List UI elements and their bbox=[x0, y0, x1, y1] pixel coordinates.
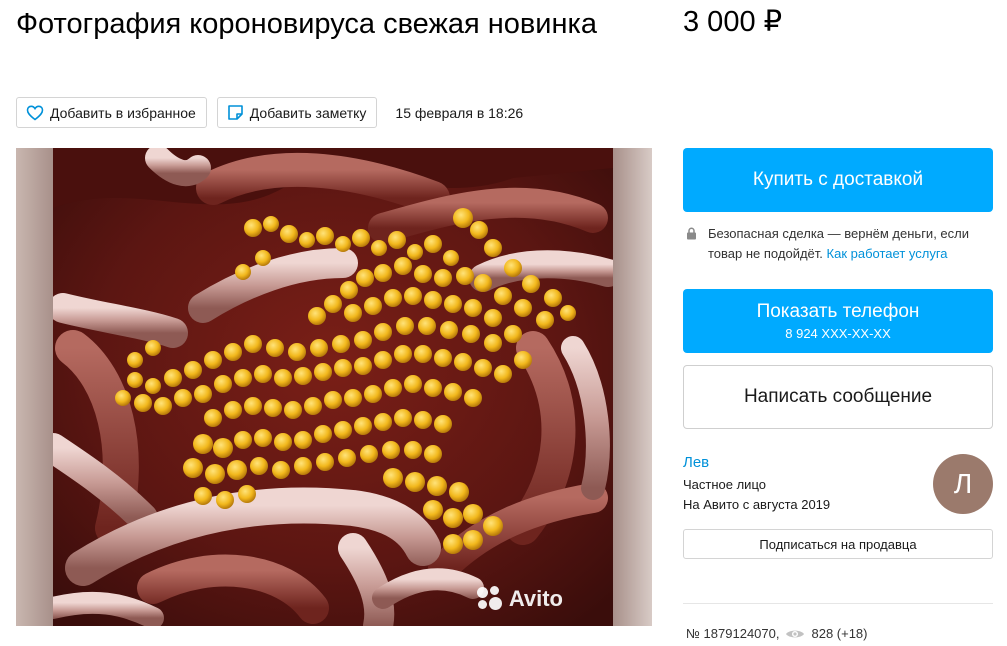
write-message-label: Написать сообщение bbox=[743, 386, 933, 407]
write-message-button[interactable]: Написать сообщение bbox=[683, 365, 993, 429]
listing-number: № 1879124070, bbox=[686, 626, 780, 641]
contact-sidebar: Купить с доставкой Безопасная сделка — в… bbox=[683, 148, 993, 641]
buy-with-delivery-label: Купить с доставкой bbox=[752, 169, 924, 190]
add-to-favorites-label: Добавить в избранное bbox=[50, 104, 196, 121]
photo-gallery[interactable]: Avito bbox=[16, 148, 652, 626]
add-note-button[interactable]: Добавить заметку bbox=[216, 97, 378, 128]
lock-icon bbox=[687, 227, 696, 240]
listing-actions: Добавить в избранное Добавить заметку 15… bbox=[16, 97, 523, 128]
coronavirus-microscope-image bbox=[53, 148, 613, 626]
avito-logo-icon bbox=[476, 586, 503, 612]
masked-phone-number: 8 924 XXX-XX-XX bbox=[785, 326, 891, 341]
gallery-blur-left bbox=[16, 148, 53, 626]
add-note-label: Добавить заметку bbox=[249, 104, 367, 121]
avatar[interactable]: Л bbox=[933, 454, 993, 514]
avito-watermark: Avito bbox=[476, 586, 563, 612]
subscribe-seller-button[interactable]: Подписаться на продавца bbox=[683, 529, 993, 559]
listing-photo[interactable]: Avito bbox=[53, 148, 613, 626]
note-icon bbox=[227, 105, 243, 120]
avito-watermark-text: Avito bbox=[508, 586, 563, 611]
sidebar-divider bbox=[683, 603, 993, 604]
eye-icon bbox=[786, 630, 805, 637]
view-count: 828 (+18) bbox=[811, 626, 868, 641]
show-phone-button[interactable]: Показать телефон 8 924 XXX-XX-XX bbox=[683, 289, 993, 353]
listing-title: Фотография короновируса свежая новинка bbox=[16, 8, 597, 40]
listing-price: 3 000 ₽ bbox=[683, 6, 783, 38]
gallery-blur-right bbox=[613, 148, 652, 626]
seller-info: Лев Частное лицо На Авито с августа 2019… bbox=[683, 454, 993, 526]
listing-date: 15 февраля в 18:26 bbox=[395, 104, 524, 121]
subscribe-seller-label: Подписаться на продавца bbox=[759, 536, 917, 552]
buy-with-delivery-button[interactable]: Купить с доставкой bbox=[683, 148, 993, 212]
listing-meta: № 1879124070, 828 (+18) bbox=[686, 626, 868, 641]
heart-icon bbox=[26, 104, 44, 121]
safe-deal-notice: Безопасная сделка — вернём деньги, если … bbox=[683, 224, 993, 264]
show-phone-label: Показать телефон bbox=[756, 301, 920, 322]
add-to-favorites-button[interactable]: Добавить в избранное bbox=[16, 97, 207, 128]
how-service-works-link[interactable]: Как работает услуга bbox=[827, 246, 948, 261]
